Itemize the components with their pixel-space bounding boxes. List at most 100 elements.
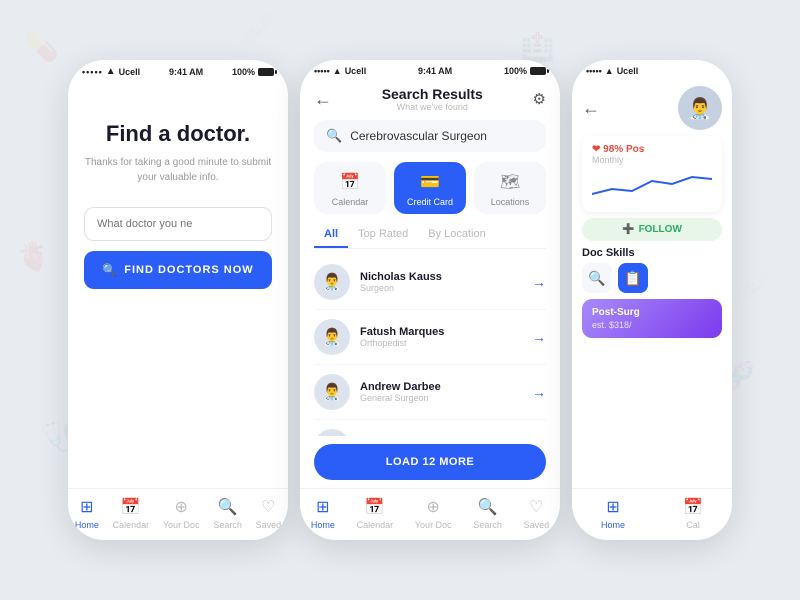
rated-block: ❤ 98% Pos Monthly bbox=[582, 136, 722, 212]
center-search-bar: 🔍 bbox=[314, 120, 546, 152]
nav-label: Cal bbox=[686, 520, 700, 530]
nav-saved[interactable]: ♡ Saved bbox=[256, 497, 282, 530]
center-nav-saved[interactable]: ♡ Saved bbox=[524, 497, 550, 530]
calendar-icon: 📅 bbox=[683, 497, 703, 517]
doctor-item-4[interactable]: 👩‍⚕️ Klaus Schneider Therapist → bbox=[314, 420, 546, 436]
nav-home[interactable]: ⊞ Home bbox=[75, 497, 99, 530]
carrier-name: Ucell bbox=[345, 66, 367, 76]
sort-all[interactable]: All bbox=[314, 224, 348, 248]
doc-spec-2: Orthopedist bbox=[360, 338, 522, 348]
home-icon: ⊞ bbox=[606, 497, 619, 517]
right-status-bar: ••••• ▲ Ucell bbox=[572, 60, 732, 80]
center-phone: ••••• ▲ Ucell 9:41 AM 100% ← Search Resu… bbox=[300, 60, 560, 540]
active-skill-icon[interactable]: 📋 bbox=[618, 263, 648, 293]
search-input[interactable] bbox=[350, 129, 534, 143]
doc-info-2: Fatush Marques Orthopedist bbox=[360, 326, 522, 348]
sort-top-rated[interactable]: Top Rated bbox=[348, 224, 418, 248]
filter-calendar[interactable]: 📅 Calendar bbox=[314, 162, 386, 214]
doc-info-1: Nicholas Kauss Surgeon bbox=[360, 271, 522, 293]
doc-name-1: Nicholas Kauss bbox=[360, 271, 522, 283]
time-display: 9:41 AM bbox=[418, 66, 452, 76]
doctor-item-2[interactable]: 👨‍⚕️ Fatush Marques Orthopedist → bbox=[314, 310, 546, 365]
doctor-list: 👨‍⚕️ Nicholas Kauss Surgeon → 👨‍⚕️ Fatus… bbox=[300, 251, 560, 436]
map-icon: 🗺 bbox=[500, 172, 520, 192]
wifi-icon: ▲ bbox=[333, 66, 342, 76]
filter-credit-card[interactable]: 💳 Credit Card bbox=[394, 162, 466, 214]
skills-icons: 🔍 📋 bbox=[582, 263, 722, 293]
calendar-icon: 📅 bbox=[365, 497, 385, 517]
rated-label: ❤ 98% Pos bbox=[592, 144, 712, 155]
left-bottom-nav: ⊞ Home 📅 Calendar ⊕ Your Doc 🔍 Search ♡ … bbox=[68, 488, 288, 540]
follow-button[interactable]: ➕ FOLLOW bbox=[582, 218, 722, 241]
arrow-icon-3: → bbox=[532, 384, 546, 400]
find-doctors-button[interactable]: 🔍 FIND DOCTORS NOW bbox=[84, 251, 272, 289]
credit-card-icon: 💳 bbox=[420, 172, 440, 192]
center-bottom-nav: ⊞ Home 📅 Calendar ⊕ Your Doc 🔍 Search ♡ … bbox=[300, 488, 560, 540]
doctor-item-1[interactable]: 👨‍⚕️ Nicholas Kauss Surgeon → bbox=[314, 255, 546, 310]
nav-calendar[interactable]: 📅 Calendar bbox=[113, 497, 150, 530]
filter-tabs: 📅 Calendar 💳 Credit Card 🗺 Locations bbox=[314, 162, 546, 214]
nav-label: Home bbox=[601, 520, 625, 530]
right-phone: ••••• ▲ Ucell ← 👨‍⚕️ ❤ 98% Pos Monthly ➕… bbox=[572, 60, 732, 540]
battery-percent: 100% bbox=[232, 67, 255, 77]
yourdoc-icon: ⊕ bbox=[175, 497, 188, 517]
center-nav-search[interactable]: 🔍 Search bbox=[473, 497, 502, 530]
yourdoc-icon: ⊕ bbox=[427, 497, 440, 517]
nav-search[interactable]: 🔍 Search bbox=[213, 497, 242, 530]
doctor-item-3[interactable]: 👨‍⚕️ Andrew Darbee General Surgeon → bbox=[314, 365, 546, 420]
doc-skills-label: Doc Skills bbox=[582, 247, 722, 259]
right-nav-calendar[interactable]: 📅 Cal bbox=[683, 497, 703, 530]
doctor-search-input[interactable] bbox=[84, 207, 272, 241]
back-button[interactable]: ← bbox=[582, 98, 600, 119]
saved-icon: ♡ bbox=[261, 497, 275, 517]
filter-loc-label: Locations bbox=[491, 197, 530, 207]
search-skill-icon[interactable]: 🔍 bbox=[582, 263, 612, 293]
center-nav-calendar[interactable]: 📅 Calendar bbox=[357, 497, 394, 530]
follow-icon: ➕ bbox=[622, 224, 634, 235]
center-header: ← Search Results What we've found ⚙ bbox=[300, 80, 560, 114]
saved-icon: ♡ bbox=[529, 497, 543, 517]
nav-label: Home bbox=[311, 520, 335, 530]
signal-dots: ••••• bbox=[82, 67, 103, 77]
nav-label: Your Doc bbox=[415, 520, 452, 530]
nav-home-label: Home bbox=[75, 520, 99, 530]
right-bottom-nav: ⊞ Home 📅 Cal bbox=[572, 488, 732, 540]
arrow-icon-2: → bbox=[532, 329, 546, 345]
nav-label: Saved bbox=[524, 520, 550, 530]
mini-chart bbox=[592, 169, 712, 204]
doc-skills-section: Doc Skills 🔍 📋 bbox=[582, 247, 722, 293]
back-button[interactable]: ← bbox=[314, 89, 332, 110]
left-phone: ••••• ▲ Ucell 9:41 AM 100% Find a doctor… bbox=[68, 60, 288, 540]
signal-dots: ••••• bbox=[314, 66, 330, 76]
sort-by-location[interactable]: By Location bbox=[418, 224, 495, 248]
doctor-avatar: 👨‍⚕️ bbox=[678, 86, 722, 130]
nav-yourdoc-label: Your Doc bbox=[163, 520, 200, 530]
wifi-icon: ▲ bbox=[106, 66, 116, 77]
home-icon: ⊞ bbox=[316, 497, 329, 517]
avatar-3: 👨‍⚕️ bbox=[314, 374, 350, 410]
filter-locations[interactable]: 🗺 Locations bbox=[474, 162, 546, 214]
search-icon: 🔍 bbox=[102, 263, 118, 277]
settings-button[interactable]: ⚙ bbox=[533, 90, 546, 108]
post-surgery-card[interactable]: Post-Surg est. $318/ bbox=[582, 299, 722, 338]
search-icon: 🔍 bbox=[326, 128, 342, 144]
load-more-button[interactable]: LOAD 12 MORE bbox=[314, 444, 546, 480]
signal-dots: ••••• bbox=[586, 66, 602, 76]
home-icon: ⊞ bbox=[80, 497, 93, 517]
left-status-bar: ••••• ▲ Ucell 9:41 AM 100% bbox=[68, 60, 288, 81]
sort-tabs: All Top Rated By Location bbox=[314, 224, 546, 249]
avatar-1: 👨‍⚕️ bbox=[314, 264, 350, 300]
battery-percent: 100% bbox=[504, 66, 527, 76]
nav-label: Search bbox=[473, 520, 502, 530]
nav-yourdoc[interactable]: ⊕ Your Doc bbox=[163, 497, 200, 530]
battery-icon bbox=[530, 67, 546, 75]
center-nav-home[interactable]: ⊞ Home bbox=[311, 497, 335, 530]
post-surg-price: est. $318/ bbox=[592, 320, 712, 330]
doc-name-2: Fatush Marques bbox=[360, 326, 522, 338]
carrier-name: Ucell bbox=[617, 66, 639, 76]
nav-saved-label: Saved bbox=[256, 520, 282, 530]
post-surg-title: Post-Surg bbox=[592, 307, 712, 318]
filter-calendar-label: Calendar bbox=[332, 197, 369, 207]
right-nav-home[interactable]: ⊞ Home bbox=[601, 497, 625, 530]
center-nav-yourdoc[interactable]: ⊕ Your Doc bbox=[415, 497, 452, 530]
